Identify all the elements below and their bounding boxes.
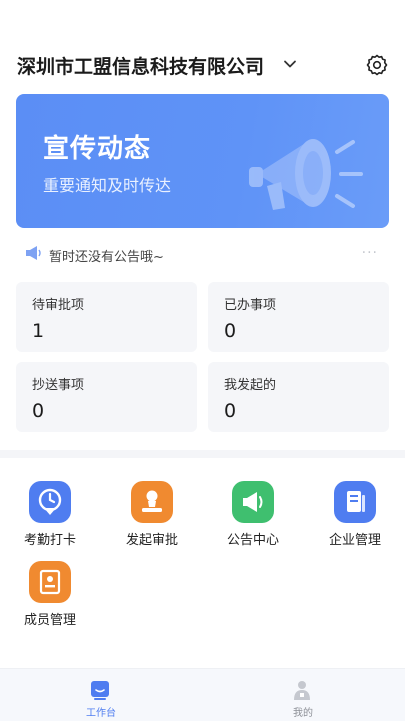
user-icon <box>294 681 310 700</box>
member-book-icon <box>29 561 71 603</box>
gear-icon[interactable] <box>365 53 389 77</box>
tab-label: 工作台 <box>86 708 116 719</box>
tab-mine[interactable]: 我的 <box>202 669 404 721</box>
chevron-down-icon[interactable] <box>282 56 298 72</box>
stat-value: 1 <box>32 320 45 342</box>
app-label: 考勤打卡 <box>23 533 76 548</box>
stat-value: 0 <box>224 400 237 422</box>
app-start-approval[interactable]: 发起审批 <box>112 481 192 551</box>
section-divider <box>0 450 405 458</box>
megaphone-illustration-icon <box>249 139 363 210</box>
more-icon[interactable]: ··· <box>362 245 378 261</box>
stat-label: 抄送事项 <box>32 378 85 393</box>
app-announcement-center[interactable]: 公告中心 <box>213 481 293 551</box>
megaphone-icon <box>232 481 274 523</box>
stat-cc[interactable]: 抄送事项 0 <box>16 362 197 432</box>
stat-value: 0 <box>224 320 237 342</box>
app-label: 成员管理 <box>23 613 76 628</box>
stat-handled[interactable]: 已办事项 0 <box>208 282 389 352</box>
app-enterprise-management[interactable]: 企业管理 <box>315 481 395 551</box>
stat-initiated[interactable]: 我发起的 0 <box>208 362 389 432</box>
promo-banner[interactable]: 宣传动态 重要通知及时传达 <box>16 94 389 228</box>
announcement-icon <box>26 246 41 260</box>
document-icon <box>334 481 376 523</box>
stat-value: 0 <box>32 400 45 422</box>
app-label: 发起审批 <box>125 533 178 548</box>
app-member-management[interactable]: 成员管理 <box>10 561 90 631</box>
tab-label: 我的 <box>293 708 313 719</box>
bottom-tab-bar: 工作台 我的 <box>0 668 405 721</box>
company-name[interactable]: 深圳市工盟信息科技有限公司 <box>17 52 264 79</box>
workbench-icon <box>91 681 109 700</box>
app-label: 公告中心 <box>226 533 279 548</box>
location-pin-icon <box>29 481 71 523</box>
banner-subtitle: 重要通知及时传达 <box>43 176 172 195</box>
notice-text: 暂时还没有公告哦~ <box>49 250 164 265</box>
notice-bar[interactable]: 暂时还没有公告哦~ ··· <box>16 241 389 269</box>
tab-workbench[interactable]: 工作台 <box>0 669 202 721</box>
stat-label: 已办事项 <box>224 298 277 313</box>
header: 深圳市工盟信息科技有限公司 <box>0 44 405 84</box>
stat-label: 待审批项 <box>32 298 85 313</box>
app-label: 企业管理 <box>328 533 381 548</box>
stat-pending-approval[interactable]: 待审批项 1 <box>16 282 197 352</box>
banner-title: 宣传动态 <box>43 134 152 164</box>
stat-label: 我发起的 <box>224 378 277 393</box>
approval-stamp-icon <box>131 481 173 523</box>
app-attendance[interactable]: 考勤打卡 <box>10 481 90 551</box>
